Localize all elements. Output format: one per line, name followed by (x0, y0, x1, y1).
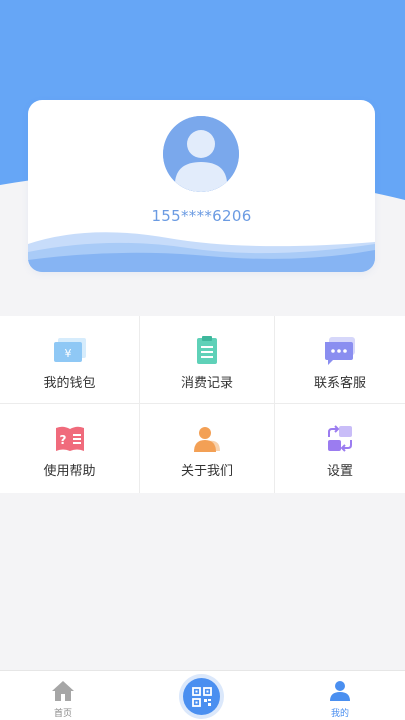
menu-grid: ¥ 我的钱包 消费记录 联系客服 ? 使用帮助 关于我们 设置 (0, 316, 405, 493)
menu-item-settings[interactable]: 设置 (275, 404, 405, 493)
svg-text:¥: ¥ (64, 347, 71, 360)
qr-scan-button[interactable] (183, 678, 220, 715)
menu-label-service: 联系客服 (313, 376, 366, 391)
svg-text:?: ? (59, 433, 66, 447)
settings-swap-icon (322, 424, 358, 454)
receipt-icon (189, 336, 225, 366)
menu-item-service[interactable]: 联系客服 (275, 316, 405, 404)
menu-label-wallet: 我的钱包 (43, 376, 96, 391)
menu-label-records: 消费记录 (180, 376, 233, 391)
menu-item-help[interactable]: ? 使用帮助 (0, 404, 140, 493)
wallet-icon: ¥ (52, 336, 88, 366)
menu-item-about[interactable]: 关于我们 (140, 404, 275, 493)
menu-item-records[interactable]: 消费记录 (140, 316, 275, 404)
profile-card: 155****6206 (28, 100, 375, 272)
about-user-icon (189, 424, 225, 454)
tab-mine[interactable]: 我的 (310, 671, 370, 720)
tab-home[interactable]: 首页 (33, 671, 93, 720)
qr-scan-icon (191, 686, 212, 707)
user-tab-icon (329, 678, 351, 704)
user-avatar-icon[interactable] (163, 116, 239, 192)
tab-mine-label: 我的 (330, 709, 349, 719)
menu-item-wallet[interactable]: ¥ 我的钱包 (0, 316, 140, 404)
tab-home-label: 首页 (53, 709, 72, 719)
menu-label-about: 关于我们 (180, 464, 233, 479)
help-book-icon: ? (52, 424, 88, 454)
home-icon (51, 678, 75, 704)
menu-label-help: 使用帮助 (43, 464, 96, 479)
card-wave-decoration (28, 232, 375, 272)
menu-label-settings: 设置 (326, 464, 353, 479)
chat-bubble-icon (322, 336, 358, 366)
